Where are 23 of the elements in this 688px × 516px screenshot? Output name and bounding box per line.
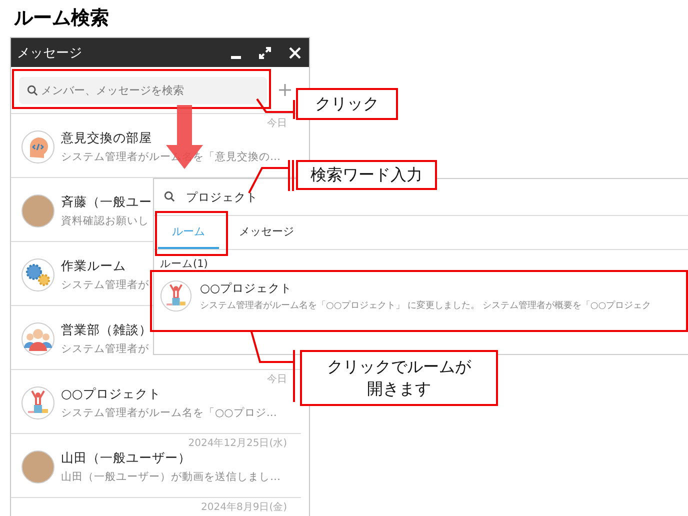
section-heading: ルーム(1) xyxy=(159,257,209,272)
message-preview: 資料確認お願いし xyxy=(61,214,150,228)
room-name: 営業部（雑談） xyxy=(61,322,152,339)
timestamp: 2024年8月9日(金) xyxy=(201,502,287,514)
message-preview: システム管理者がルーム名を「○○プロジェクト」 に変更しました。 システム管理者が概要を「○○プロジェク xyxy=(200,299,652,312)
callout-text: 開きます xyxy=(367,378,431,400)
message-preview: システム管理者が xyxy=(61,342,150,356)
callout-text: クリック xyxy=(315,93,379,115)
room-name: ○○プロジェクト xyxy=(61,386,162,403)
timestamp: 今日 xyxy=(267,374,287,386)
room-name: 斉藤（一般ユー xyxy=(61,194,152,211)
room-name: 作業ルーム xyxy=(61,258,127,275)
room-name: 意見交換の部屋 xyxy=(61,130,153,147)
message-preview: 山田（一般ユーザー）が動画を送信しまし… xyxy=(61,470,280,484)
timestamp: 2024年12月25日(水) xyxy=(188,438,287,450)
room-name: 山田（一般ユーザー） xyxy=(61,450,192,467)
callout-text: クリックでルームが xyxy=(327,356,471,378)
timestamp: 今日 xyxy=(267,118,287,130)
window-title: メッセージ xyxy=(17,44,83,62)
room-name: ○○プロジェクト xyxy=(200,280,294,296)
message-preview: システム管理者がルーム名を「○○プロジ… xyxy=(61,406,277,420)
page-title: ルーム検索 xyxy=(13,6,110,31)
message-preview: システム管理者が xyxy=(61,278,149,292)
